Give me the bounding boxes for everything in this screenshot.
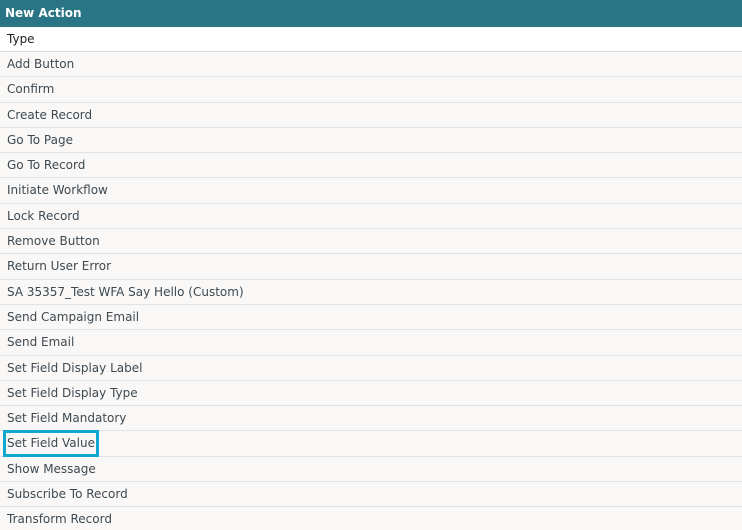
action-type-list: Add Button Confirm Create Record Go To P… [0, 52, 742, 530]
list-item-label: Remove Button [7, 234, 100, 249]
list-item-return-user-error[interactable]: Return User Error [0, 254, 742, 280]
list-item-label: Create Record [7, 107, 93, 122]
type-column-header[interactable]: Type [0, 27, 742, 52]
list-item-label: Lock Record [7, 208, 80, 223]
list-item-initiate-workflow[interactable]: Initiate Workflow [0, 178, 742, 204]
list-item-label: Return User Error [7, 259, 112, 274]
list-item-label: Confirm [7, 82, 55, 97]
list-item-send-email[interactable]: Send Email [0, 330, 742, 356]
list-item-send-campaign-email[interactable]: Send Campaign Email [0, 304, 742, 331]
new-action-dialog: New Action Type Add Button Confirm Creat… [0, 0, 742, 530]
list-item-subscribe-to-record[interactable]: Subscribe To Record [0, 482, 742, 508]
list-item-confirm[interactable]: Confirm [0, 77, 742, 103]
list-item-remove-button[interactable]: Remove Button [0, 229, 742, 255]
list-item-label: Set Field Display Label [7, 360, 143, 375]
list-item-label: Transform Record [7, 512, 112, 527]
list-item-label: Send Email [7, 335, 75, 350]
list-item-label: Show Message [7, 461, 96, 476]
list-item-label: Add Button [7, 57, 75, 71]
list-item-label: Set Field Value [3, 430, 99, 458]
list-item-add-button[interactable]: Add Button [0, 52, 742, 78]
list-item-label: Initiate Workflow [7, 183, 108, 198]
list-item-custom-workflow-action[interactable]: SA 35357_Test WFA Say Hello (Custom) [0, 279, 742, 305]
list-item-go-to-record[interactable]: Go To Record [0, 153, 742, 179]
list-item-transform-record[interactable]: Transform Record [0, 507, 742, 530]
list-item-label: Send Campaign Email [7, 309, 140, 324]
list-item-label: Set Field Display Type [7, 385, 138, 400]
list-item-set-field-display-type[interactable]: Set Field Display Type [0, 380, 742, 407]
list-item-show-message[interactable]: Show Message [0, 456, 742, 483]
list-item-label: Subscribe To Record [7, 487, 128, 502]
dialog-title: New Action [0, 0, 742, 27]
list-item-label: Go To Record [7, 158, 86, 173]
list-item-go-to-page[interactable]: Go To Page [0, 127, 742, 154]
list-item-set-field-display-label[interactable]: Set Field Display Label [0, 355, 742, 381]
list-item-label: Set Field Mandatory [7, 411, 127, 426]
list-item-set-field-value[interactable]: Set Field Value [0, 430, 742, 458]
list-item-label: SA 35357_Test WFA Say Hello (Custom) [7, 284, 244, 299]
list-item-set-field-mandatory[interactable]: Set Field Mandatory [0, 406, 742, 432]
list-item-create-record[interactable]: Create Record [0, 102, 742, 128]
list-item-lock-record[interactable]: Lock Record [0, 203, 742, 230]
list-item-label: Go To Page [7, 132, 73, 147]
